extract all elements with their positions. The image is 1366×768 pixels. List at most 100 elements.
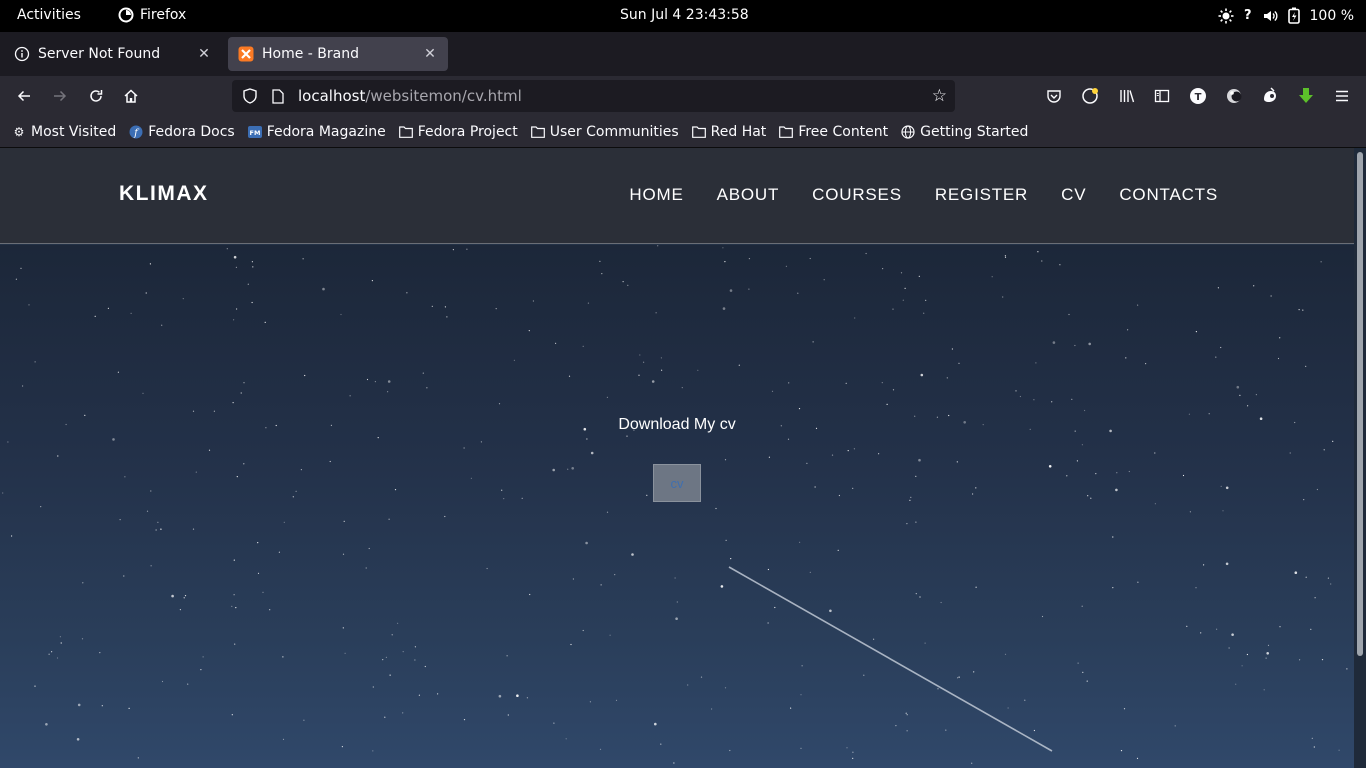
download-extension-icon[interactable] [1296,86,1316,106]
star [495,308,497,310]
star [1338,749,1340,751]
star [643,361,645,363]
star [329,460,331,463]
nav-link-register[interactable]: REGISTER [935,185,1028,205]
scrollbar-thumb[interactable] [1357,152,1363,656]
nav-link-cv[interactable]: CV [1061,185,1086,205]
star [184,595,187,597]
star [187,683,189,685]
star [236,476,238,478]
system-tray[interactable]: ? 100 % [1218,7,1354,24]
star [486,567,488,570]
star [34,685,36,687]
bookmark-fedora-magazine[interactable]: FM Fedora Magazine [247,124,386,140]
star [503,498,505,500]
nav-link-home[interactable]: HOME [629,185,683,205]
star [1051,401,1053,403]
star [160,528,162,530]
star [1004,256,1007,258]
tab-close-icon[interactable]: ✕ [196,46,212,62]
bookmark-fedora-docs[interactable]: f Fedora Docs [129,124,235,140]
pocket-icon[interactable] [1044,86,1064,106]
star [1074,344,1076,347]
star [397,622,399,624]
nav-link-contacts[interactable]: CONTACTS [1119,185,1218,205]
star [1225,486,1229,490]
page-scrollbar[interactable] [1354,148,1366,768]
star [1228,647,1230,649]
shield-icon[interactable] [242,88,258,104]
site-navbar: KLIMAX HOME ABOUT COURSES REGISTER CV CO… [0,148,1354,244]
star [767,622,769,624]
extension-ball-icon[interactable] [1224,86,1244,106]
star [233,319,235,321]
star [1041,260,1043,262]
star [606,396,609,398]
star [57,455,59,457]
star [34,361,36,363]
star [972,493,974,495]
clock[interactable]: Sun Jul 4 23:43:58 [620,7,749,23]
star [1311,737,1313,739]
extension-gnome-icon[interactable] [1260,86,1280,106]
cv-download-button[interactable]: cv [653,464,701,502]
home-button[interactable] [119,84,143,108]
app-menu[interactable]: Firefox [118,7,186,23]
star [654,722,657,726]
star [40,506,42,508]
star [1112,587,1114,589]
back-button[interactable] [12,84,36,108]
page-icon[interactable] [270,88,286,104]
bookmark-most-visited[interactable]: ⚙ Most Visited [12,124,117,140]
bookmark-fedora-project[interactable]: Fedora Project [398,124,518,140]
sidebar-icon[interactable] [1152,86,1172,106]
back-arrow-icon [17,90,30,102]
forward-button[interactable] [48,84,72,108]
bookmark-getting-started[interactable]: Getting Started [901,124,1028,140]
star [1208,413,1210,415]
bookmark-red-hat[interactable]: Red Hat [691,123,767,140]
star [738,364,740,366]
globe-icon [901,124,915,139]
site-brand[interactable]: KLIMAX [119,182,209,206]
star [1236,385,1240,389]
star [195,471,197,473]
activities-button[interactable]: Activities [17,7,81,23]
tab-home-brand[interactable]: Home - Brand ✕ [228,37,448,71]
star [600,584,602,586]
library-icon[interactable] [1117,86,1137,106]
star [700,676,703,678]
bookmark-free-content[interactable]: Free Content [779,124,888,140]
star [1033,399,1035,401]
star [295,490,297,492]
tab-server-not-found[interactable]: Server Not Found ✕ [4,37,222,71]
star [76,738,80,741]
star [269,609,271,611]
star [676,601,678,603]
hamburger-menu-icon[interactable] [1332,86,1352,106]
account-avatar-icon[interactable]: T [1188,86,1208,106]
nav-link-courses[interactable]: COURSES [812,185,902,205]
star [498,694,502,698]
sync-icon[interactable] [1080,86,1100,106]
bookmark-user-communities[interactable]: User Communities [530,124,679,140]
star [852,757,854,760]
tab-close-icon[interactable]: ✕ [422,46,438,62]
star [526,697,529,699]
star [724,261,726,263]
star [1255,394,1257,396]
star [264,321,266,323]
reload-button[interactable] [84,84,108,108]
bookmark-star-icon[interactable]: ☆ [932,86,947,106]
star [892,308,894,310]
nav-link-about[interactable]: ABOUT [717,185,780,205]
star [123,575,125,577]
star [991,276,993,278]
url-bar[interactable]: localhost/websitemon/cv.html ☆ [232,80,955,112]
url-host: localhost [298,87,366,105]
bookmark-label: Red Hat [710,123,767,140]
star [382,659,384,661]
star [1279,626,1281,628]
star [208,449,211,451]
star [1068,313,1070,316]
